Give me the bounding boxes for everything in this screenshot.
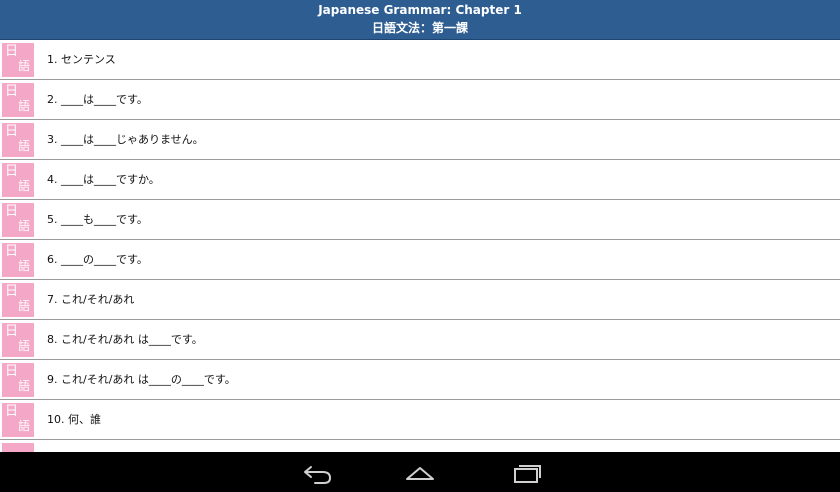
page-subtitle: 日語文法：第一課 <box>371 21 468 35</box>
recent-apps-icon[interactable] <box>507 458 547 486</box>
nihongo-icon: 日語 <box>2 243 34 277</box>
list-item-label: 8. これ/それ/あれ は____です。 <box>47 333 203 346</box>
list-item[interactable]: 日語 6. ____の____です。 <box>0 240 840 280</box>
list-item-label: 1. センテンス <box>47 53 116 66</box>
list-item[interactable]: 日語 4. ____は____ですか。 <box>0 160 840 200</box>
list-item[interactable]: 日語 5. ____も____です。 <box>0 200 840 240</box>
list-item[interactable]: 日語 10. 何、誰 <box>0 400 840 440</box>
nihongo-icon: 日語 <box>2 403 34 437</box>
list-item-label: 10. 何、誰 <box>47 413 101 426</box>
list-item[interactable]: 日語 1. センテンス <box>0 40 840 80</box>
nihongo-icon: 日語 <box>2 123 34 157</box>
system-nav-bar <box>0 452 840 492</box>
list-item-label: 3. ____は____じゃありません。 <box>47 133 204 146</box>
list-item-label: 4. ____は____ですか。 <box>47 173 160 186</box>
list-item[interactable]: 日語 3. ____は____じゃありません。 <box>0 120 840 160</box>
list-item[interactable]: 日語 9. これ/それ/あれ は____の____です。 <box>0 360 840 400</box>
nihongo-icon: 日語 <box>2 163 34 197</box>
list-item-label: 7. これ/それ/あれ <box>47 293 135 306</box>
list-item-label: 6. ____の____です。 <box>47 253 148 266</box>
nihongo-icon: 日語 <box>2 83 34 117</box>
list-item-label: 5. ____も____です。 <box>47 213 148 226</box>
nihongo-icon: 日語 <box>2 323 34 357</box>
list-item[interactable]: 日語 8. これ/それ/あれ は____です。 <box>0 320 840 360</box>
app-window: Japanese Grammar: Chapter 1 日語文法：第一課 日語 … <box>0 0 840 452</box>
nihongo-icon: 日語 <box>2 283 34 317</box>
page-title: Japanese Grammar: Chapter 1 <box>318 3 522 17</box>
title-bar: Japanese Grammar: Chapter 1 日語文法：第一課 <box>0 0 840 40</box>
list-item-partial[interactable] <box>0 440 840 452</box>
lesson-list[interactable]: 日語 1. センテンス 日語 2. ____は____です。 日語 3. ___… <box>0 40 840 452</box>
nihongo-icon <box>2 443 34 452</box>
home-icon[interactable] <box>400 458 440 486</box>
back-icon[interactable] <box>297 458 337 486</box>
list-item[interactable]: 日語 2. ____は____です。 <box>0 80 840 120</box>
nihongo-icon: 日語 <box>2 203 34 237</box>
list-item-label: 2. ____は____です。 <box>47 93 148 106</box>
nihongo-icon: 日語 <box>2 43 34 77</box>
nihongo-icon: 日語 <box>2 363 34 397</box>
list-item[interactable]: 日語 7. これ/それ/あれ <box>0 280 840 320</box>
list-item-label: 9. これ/それ/あれ は____の____です。 <box>47 373 236 386</box>
